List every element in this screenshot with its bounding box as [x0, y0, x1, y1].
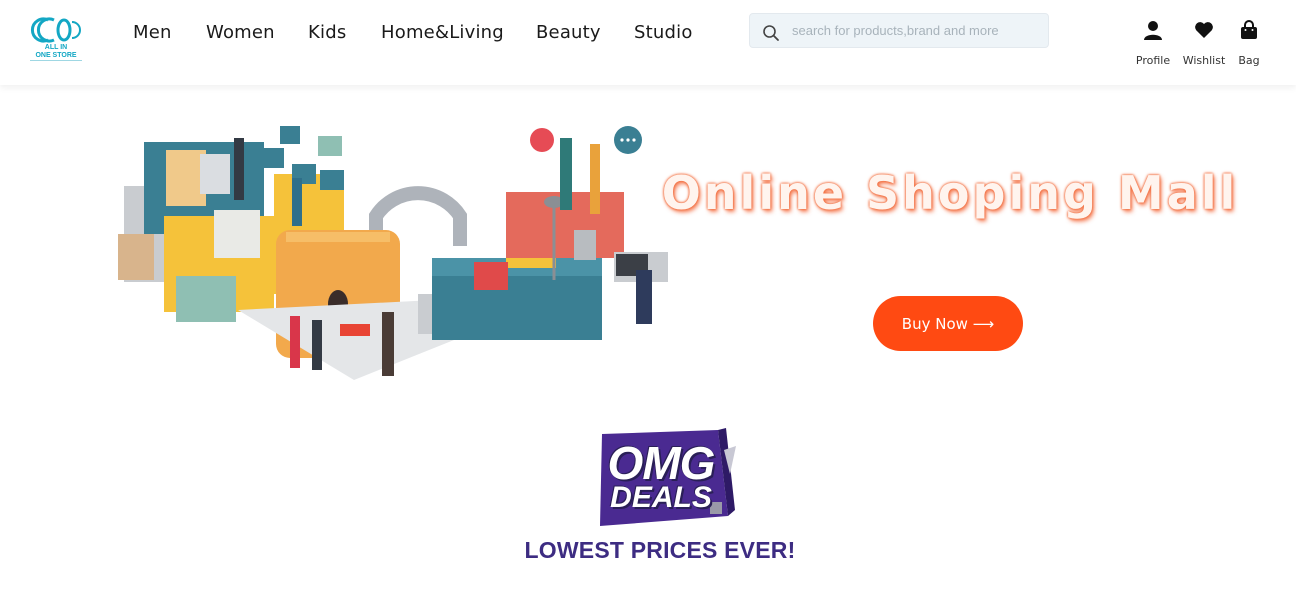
omg-word: OMG	[607, 437, 716, 489]
nav-item-home-living[interactable]: Home&Living	[381, 22, 504, 43]
hero-illustration	[114, 120, 670, 384]
heart-icon	[1195, 22, 1213, 38]
omg-deals-badge[interactable]: OMG DEALS	[578, 428, 738, 530]
wishlist-label: Wishlist	[1182, 54, 1226, 67]
bag-button[interactable]: Bag	[1234, 20, 1264, 67]
logo-mark-icon	[30, 17, 81, 43]
profile-button[interactable]: Profile	[1131, 20, 1175, 67]
shopping-bag-icon	[1241, 20, 1257, 39]
promo-tagline: LOWEST PRICES EVER!	[524, 537, 796, 563]
profile-label: Profile	[1135, 54, 1171, 67]
search-input[interactable]	[792, 15, 1042, 46]
search-bar	[749, 13, 1049, 48]
wishlist-button[interactable]: Wishlist	[1180, 20, 1228, 67]
hero-title: Online Shoping Mall	[661, 166, 1239, 220]
deals-word: DEALS	[610, 481, 712, 514]
top-header: ALL IN ONE STORE Men Women Kids Home&Liv…	[0, 0, 1296, 85]
buy-now-button[interactable]: Buy Now ⟶	[873, 296, 1023, 351]
nav-item-women[interactable]: Women	[206, 22, 275, 43]
search-icon[interactable]	[762, 24, 780, 42]
nav-item-studio[interactable]: Studio	[634, 22, 693, 43]
store-logo[interactable]: ALL IN ONE STORE	[26, 16, 86, 62]
nav-item-men[interactable]: Men	[133, 22, 172, 43]
nav-item-kids[interactable]: Kids	[308, 22, 346, 43]
bag-label: Bag	[1238, 54, 1260, 67]
user-icon	[1144, 21, 1162, 40]
logo-underline	[30, 60, 82, 61]
nav-item-beauty[interactable]: Beauty	[536, 22, 601, 43]
logo-text: ALL IN ONE STORE	[35, 44, 77, 59]
